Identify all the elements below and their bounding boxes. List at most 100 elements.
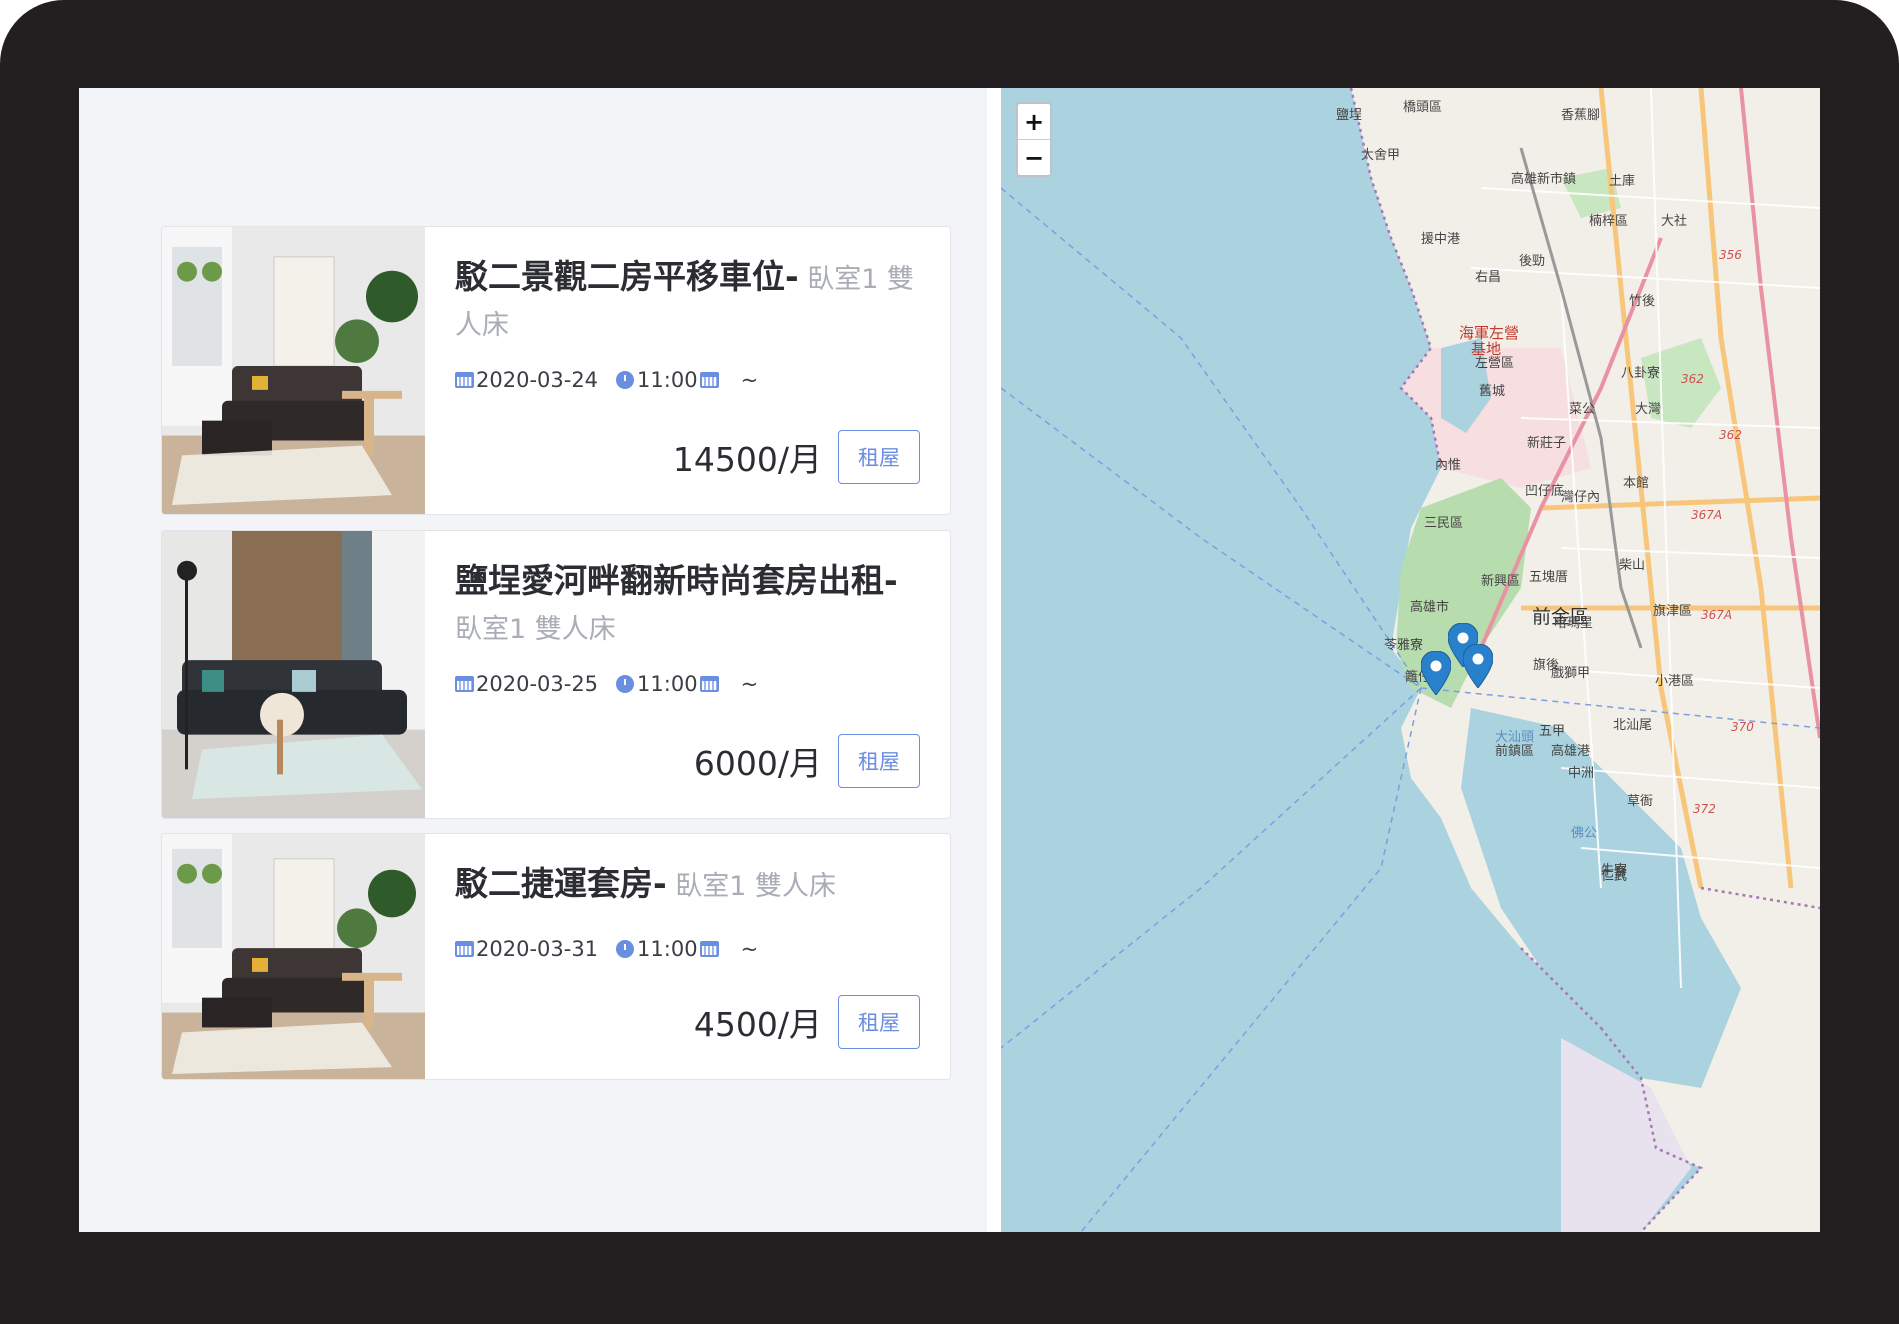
rent-button[interactable]: 租屋	[838, 734, 920, 788]
listing-meta: 2020-03-25 11:00 ~	[455, 669, 920, 699]
listing-title-text: 鹽埕愛河畔翻新時尚套房出租-	[455, 561, 898, 600]
map-place-label: 佛公	[1571, 826, 1598, 841]
calendar-icon	[699, 372, 719, 388]
map-view[interactable]: + − 橋頭區 香蕉腳 大舍甲 高雄新市鎮 土庫 大社 鹽埕 援中港 楠梓區 後勁 竹後 右昌 海軍左營…	[1001, 88, 1820, 1232]
listing-time: 11:00	[637, 937, 698, 961]
listing-meta: 2020-03-31 11:00 ~	[455, 934, 920, 964]
map-place-label: 北汕尾	[1613, 718, 1653, 733]
clock-icon	[616, 371, 635, 389]
listing-room-info-text: 臥室1 雙人床	[455, 614, 616, 645]
date-range-separator: ~	[740, 368, 759, 392]
zoom-out-button[interactable]: −	[1018, 139, 1050, 175]
map-route-number: 356	[1719, 248, 1742, 262]
map-place-label: 本館	[1623, 476, 1650, 491]
map-place-label: 大舍甲	[1361, 148, 1401, 163]
map-place-label: 中洲	[1568, 766, 1595, 781]
date-range-separator: ~	[740, 672, 759, 696]
room-photo	[162, 834, 425, 1079]
map-place-label: 哈瑪星	[1554, 616, 1594, 631]
listing-photo[interactable]	[162, 531, 425, 818]
map-place-label: 灣仔內	[1561, 490, 1601, 505]
map-route-number: 370	[1731, 720, 1754, 734]
listing-title-text: 駁二捷運套房-	[455, 864, 667, 903]
listing-photo[interactable]	[162, 227, 425, 514]
map-place-label: 牛寮	[1601, 863, 1628, 878]
pane-divider	[987, 88, 1001, 1232]
app-screen: 駁二景觀二房平移車位- 臥室1 雙人床 2020-03-24 11:00 ~14500…	[79, 88, 1820, 1232]
map-place-label: 竹後	[1629, 294, 1656, 309]
calendar-icon	[455, 372, 474, 388]
map-place-label: 右昌	[1475, 270, 1502, 285]
map-place-label: 鹽埕	[1336, 108, 1363, 123]
listing-title[interactable]: 鹽埕愛河畔翻新時尚套房出租- 臥室1 雙人床	[455, 559, 920, 651]
map-place-label: 左營區	[1475, 356, 1515, 371]
listing-card[interactable]: 鹽埕愛河畔翻新時尚套房出租- 臥室1 雙人床 2020-03-25 11:00 ~60…	[161, 530, 951, 819]
map-place-label: 內惟	[1435, 458, 1462, 473]
listing-body: 駁二景觀二房平移車位- 臥室1 雙人床 2020-03-24 11:00 ~14500…	[425, 227, 950, 514]
map-route-number: 372	[1693, 802, 1716, 816]
listing-pane: 駁二景觀二房平移車位- 臥室1 雙人床 2020-03-24 11:00 ~14500…	[79, 88, 987, 1232]
map-place-label: 戲獅甲	[1551, 666, 1591, 681]
listing-price: 4500/月	[693, 1005, 822, 1044]
calendar-icon	[699, 941, 719, 957]
listing-date: 2020-03-31	[476, 937, 599, 961]
map-marker-pin[interactable]	[1420, 650, 1452, 696]
map-place-label: 大社	[1661, 214, 1688, 229]
map-place-label: 橋頭區	[1403, 100, 1443, 115]
listing-title[interactable]: 駁二捷運套房- 臥室1 雙人床	[455, 862, 920, 908]
room-photo	[162, 227, 425, 514]
listing-price: 6000/月	[693, 744, 822, 783]
listing-body: 駁二捷運套房- 臥室1 雙人床 2020-03-31 11:00 ~4500/月 租屋	[425, 834, 950, 1079]
listing-date: 2020-03-24	[476, 368, 599, 392]
map-place-label: 援中港	[1421, 232, 1461, 247]
map-place-label: 五甲	[1539, 724, 1566, 739]
map-place-label: 新莊子	[1527, 436, 1567, 451]
map-place-label: 大灣	[1635, 402, 1662, 417]
calendar-icon	[699, 676, 719, 692]
map-route-number: 367A	[1701, 608, 1733, 622]
map-place-label: 楠梓區	[1589, 214, 1629, 229]
listing-time: 11:00	[637, 672, 698, 696]
map-place-label: 五塊厝	[1529, 570, 1569, 585]
map-marker-pin[interactable]	[1462, 643, 1494, 689]
map-place-label: 小港區	[1655, 674, 1695, 689]
listing-photo[interactable]	[162, 834, 425, 1079]
map-zoom-control: + −	[1016, 102, 1052, 177]
listing-card[interactable]: 駁二捷運套房- 臥室1 雙人床 2020-03-31 11:00 ~4500/月 租屋	[161, 833, 951, 1080]
clock-icon	[616, 675, 635, 693]
zoom-in-button[interactable]: +	[1018, 104, 1050, 139]
listing-card[interactable]: 駁二景觀二房平移車位- 臥室1 雙人床 2020-03-24 11:00 ~14500…	[161, 226, 951, 515]
map-place-label: 菜公	[1569, 402, 1596, 417]
map-place-label: 苓雅寮	[1384, 638, 1424, 653]
listing-room-info: 臥室1 雙人床	[667, 871, 836, 902]
listing-price: 14500/月	[672, 440, 822, 479]
map-place-label: 高雄港	[1551, 744, 1591, 759]
listing-title[interactable]: 駁二景觀二房平移車位- 臥室1 雙人床	[455, 255, 920, 347]
map-route-number: 362	[1681, 372, 1704, 386]
listing-room-info: 臥室1 雙人床	[455, 614, 616, 645]
map-place-label: 新興區	[1481, 574, 1521, 589]
map-route-number: 367A	[1691, 508, 1723, 522]
listing-price-row: 6000/月 租屋	[694, 734, 920, 788]
map-route-number: 362	[1719, 428, 1742, 442]
map-place-label: 草衙	[1627, 794, 1654, 809]
map-basemap[interactable]	[1001, 88, 1820, 1232]
device-frame: 駁二景觀二房平移車位- 臥室1 雙人床 2020-03-24 11:00 ~14500…	[0, 0, 1899, 1324]
listing-date: 2020-03-25	[476, 672, 599, 696]
room-photo	[162, 531, 425, 818]
map-place-label: 高雄新市鎮	[1511, 172, 1577, 187]
rent-button[interactable]: 租屋	[838, 430, 920, 484]
listing-body: 鹽埕愛河畔翻新時尚套房出租- 臥室1 雙人床 2020-03-25 11:00 ~60…	[425, 531, 950, 818]
listing-meta: 2020-03-24 11:00 ~	[455, 365, 920, 395]
listing-time: 11:00	[637, 368, 698, 392]
listing-title-text: 駁二景觀二房平移車位-	[455, 257, 799, 296]
listing-price-row: 4500/月 租屋	[694, 995, 920, 1049]
map-place-label: 柴山	[1619, 558, 1646, 573]
rent-button[interactable]: 租屋	[838, 995, 920, 1049]
date-range-separator: ~	[740, 937, 759, 961]
calendar-icon	[455, 941, 474, 957]
map-place-label: 旗津區	[1653, 604, 1693, 619]
map-place-label: 香蕉腳	[1561, 108, 1601, 123]
calendar-icon	[455, 676, 474, 692]
map-place-label: 前鎮區	[1495, 744, 1535, 759]
